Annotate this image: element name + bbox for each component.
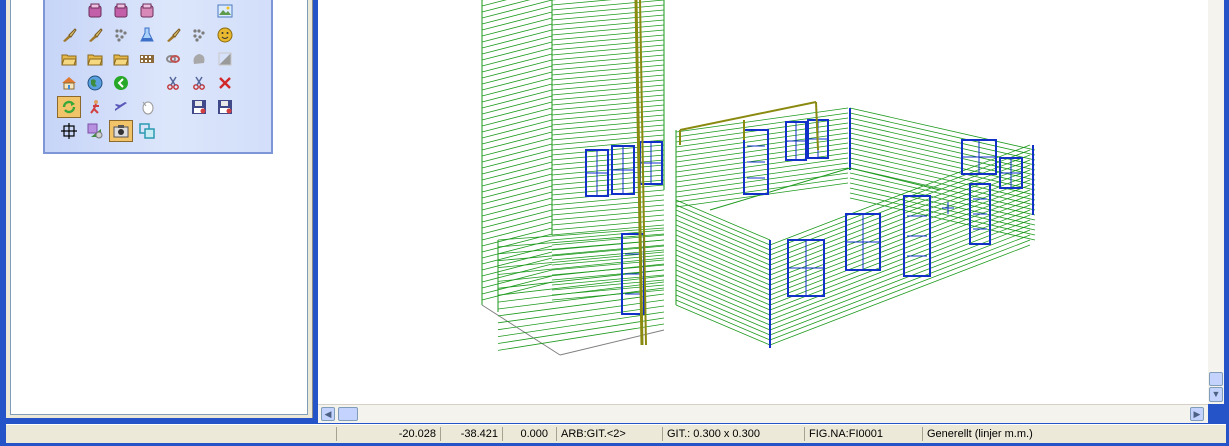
grid-dots-icon[interactable]: [109, 24, 133, 46]
icon-toolbox: [43, 0, 273, 154]
picture-icon[interactable]: [213, 0, 237, 22]
house-wireframe-drawing[interactable]: [318, 0, 1208, 404]
left-panel: [6, 0, 313, 418]
close-x-icon[interactable]: [213, 72, 237, 94]
drawing-viewport[interactable]: [318, 0, 1208, 404]
camera-icon[interactable]: [109, 120, 133, 142]
status-bar: -20.028 -38.421 0.000 ARB:GIT.<2> GIT.: …: [6, 424, 1226, 443]
folder-open-icon[interactable]: [83, 48, 107, 70]
blob-icon[interactable]: [187, 48, 211, 70]
toolbox-row: [57, 72, 237, 94]
pink-box-icon[interactable]: [83, 0, 107, 22]
brush-icon[interactable]: [161, 24, 185, 46]
empty-slot-icon: [187, 0, 211, 22]
refresh-icon[interactable]: [57, 96, 81, 118]
floppy-icon[interactable]: [213, 96, 237, 118]
layers-icon[interactable]: [83, 120, 107, 142]
scissors-icon[interactable]: [187, 72, 211, 94]
toolbox-row: [57, 0, 237, 22]
floppy-icon[interactable]: [187, 96, 211, 118]
status-z-coordinate: 0.000: [502, 427, 552, 441]
overlap-icon[interactable]: [135, 120, 159, 142]
globe-icon[interactable]: [83, 72, 107, 94]
pink-box-icon[interactable]: [135, 0, 159, 22]
shape-icon[interactable]: [213, 48, 237, 70]
toolbox-row: [57, 24, 237, 46]
crosshair-icon[interactable]: [57, 120, 81, 142]
pointer-icon[interactable]: [135, 96, 159, 118]
status-x-coordinate: -20.028: [336, 427, 440, 441]
toolbox-row: [57, 96, 237, 118]
brush-icon[interactable]: [57, 24, 81, 46]
left-panel-pane: [10, 0, 308, 415]
folder-edit-icon[interactable]: [57, 48, 81, 70]
person-run-icon[interactable]: [83, 96, 107, 118]
scroll-left-arrow-icon[interactable]: ◀: [321, 407, 335, 421]
home-icon[interactable]: [57, 72, 81, 94]
smiley-icon[interactable]: [213, 24, 237, 46]
empty-slot-icon: [161, 96, 185, 118]
horizontal-scrollbar[interactable]: ◀ ▶: [318, 404, 1208, 423]
empty-slot-icon: [161, 0, 185, 22]
scissors-icon[interactable]: [161, 72, 185, 94]
status-grid: GIT.: 0.300 x 0.300: [662, 427, 803, 441]
airplane-icon[interactable]: [109, 96, 133, 118]
brush-icon[interactable]: [83, 24, 107, 46]
flask-icon[interactable]: [135, 24, 159, 46]
back-arrow-icon[interactable]: [109, 72, 133, 94]
horizontal-scroll-thumb[interactable]: [338, 407, 358, 421]
status-layer: ARB:GIT.<2>: [556, 427, 661, 441]
status-mode: Generellt (linjer m.m.): [922, 427, 1217, 441]
vertical-scroll-thumb[interactable]: [1209, 372, 1223, 386]
status-figure: FIG.NA:FI0001: [804, 427, 919, 441]
empty-slot-icon: [135, 72, 159, 94]
status-y-coordinate: -38.421: [440, 427, 502, 441]
toolbox-row: [57, 48, 237, 70]
chain-icon[interactable]: [161, 48, 185, 70]
grid-dots-icon[interactable]: [187, 24, 211, 46]
folder-export-icon[interactable]: [109, 48, 133, 70]
vertical-scrollbar[interactable]: ▼: [1208, 0, 1224, 404]
toolbox-row: [57, 120, 159, 142]
pink-box-icon[interactable]: [109, 0, 133, 22]
film-icon[interactable]: [135, 48, 159, 70]
empty-slot-icon: [57, 0, 81, 22]
scroll-down-arrow-icon[interactable]: ▼: [1209, 387, 1223, 402]
scroll-right-arrow-icon[interactable]: ▶: [1190, 407, 1204, 421]
